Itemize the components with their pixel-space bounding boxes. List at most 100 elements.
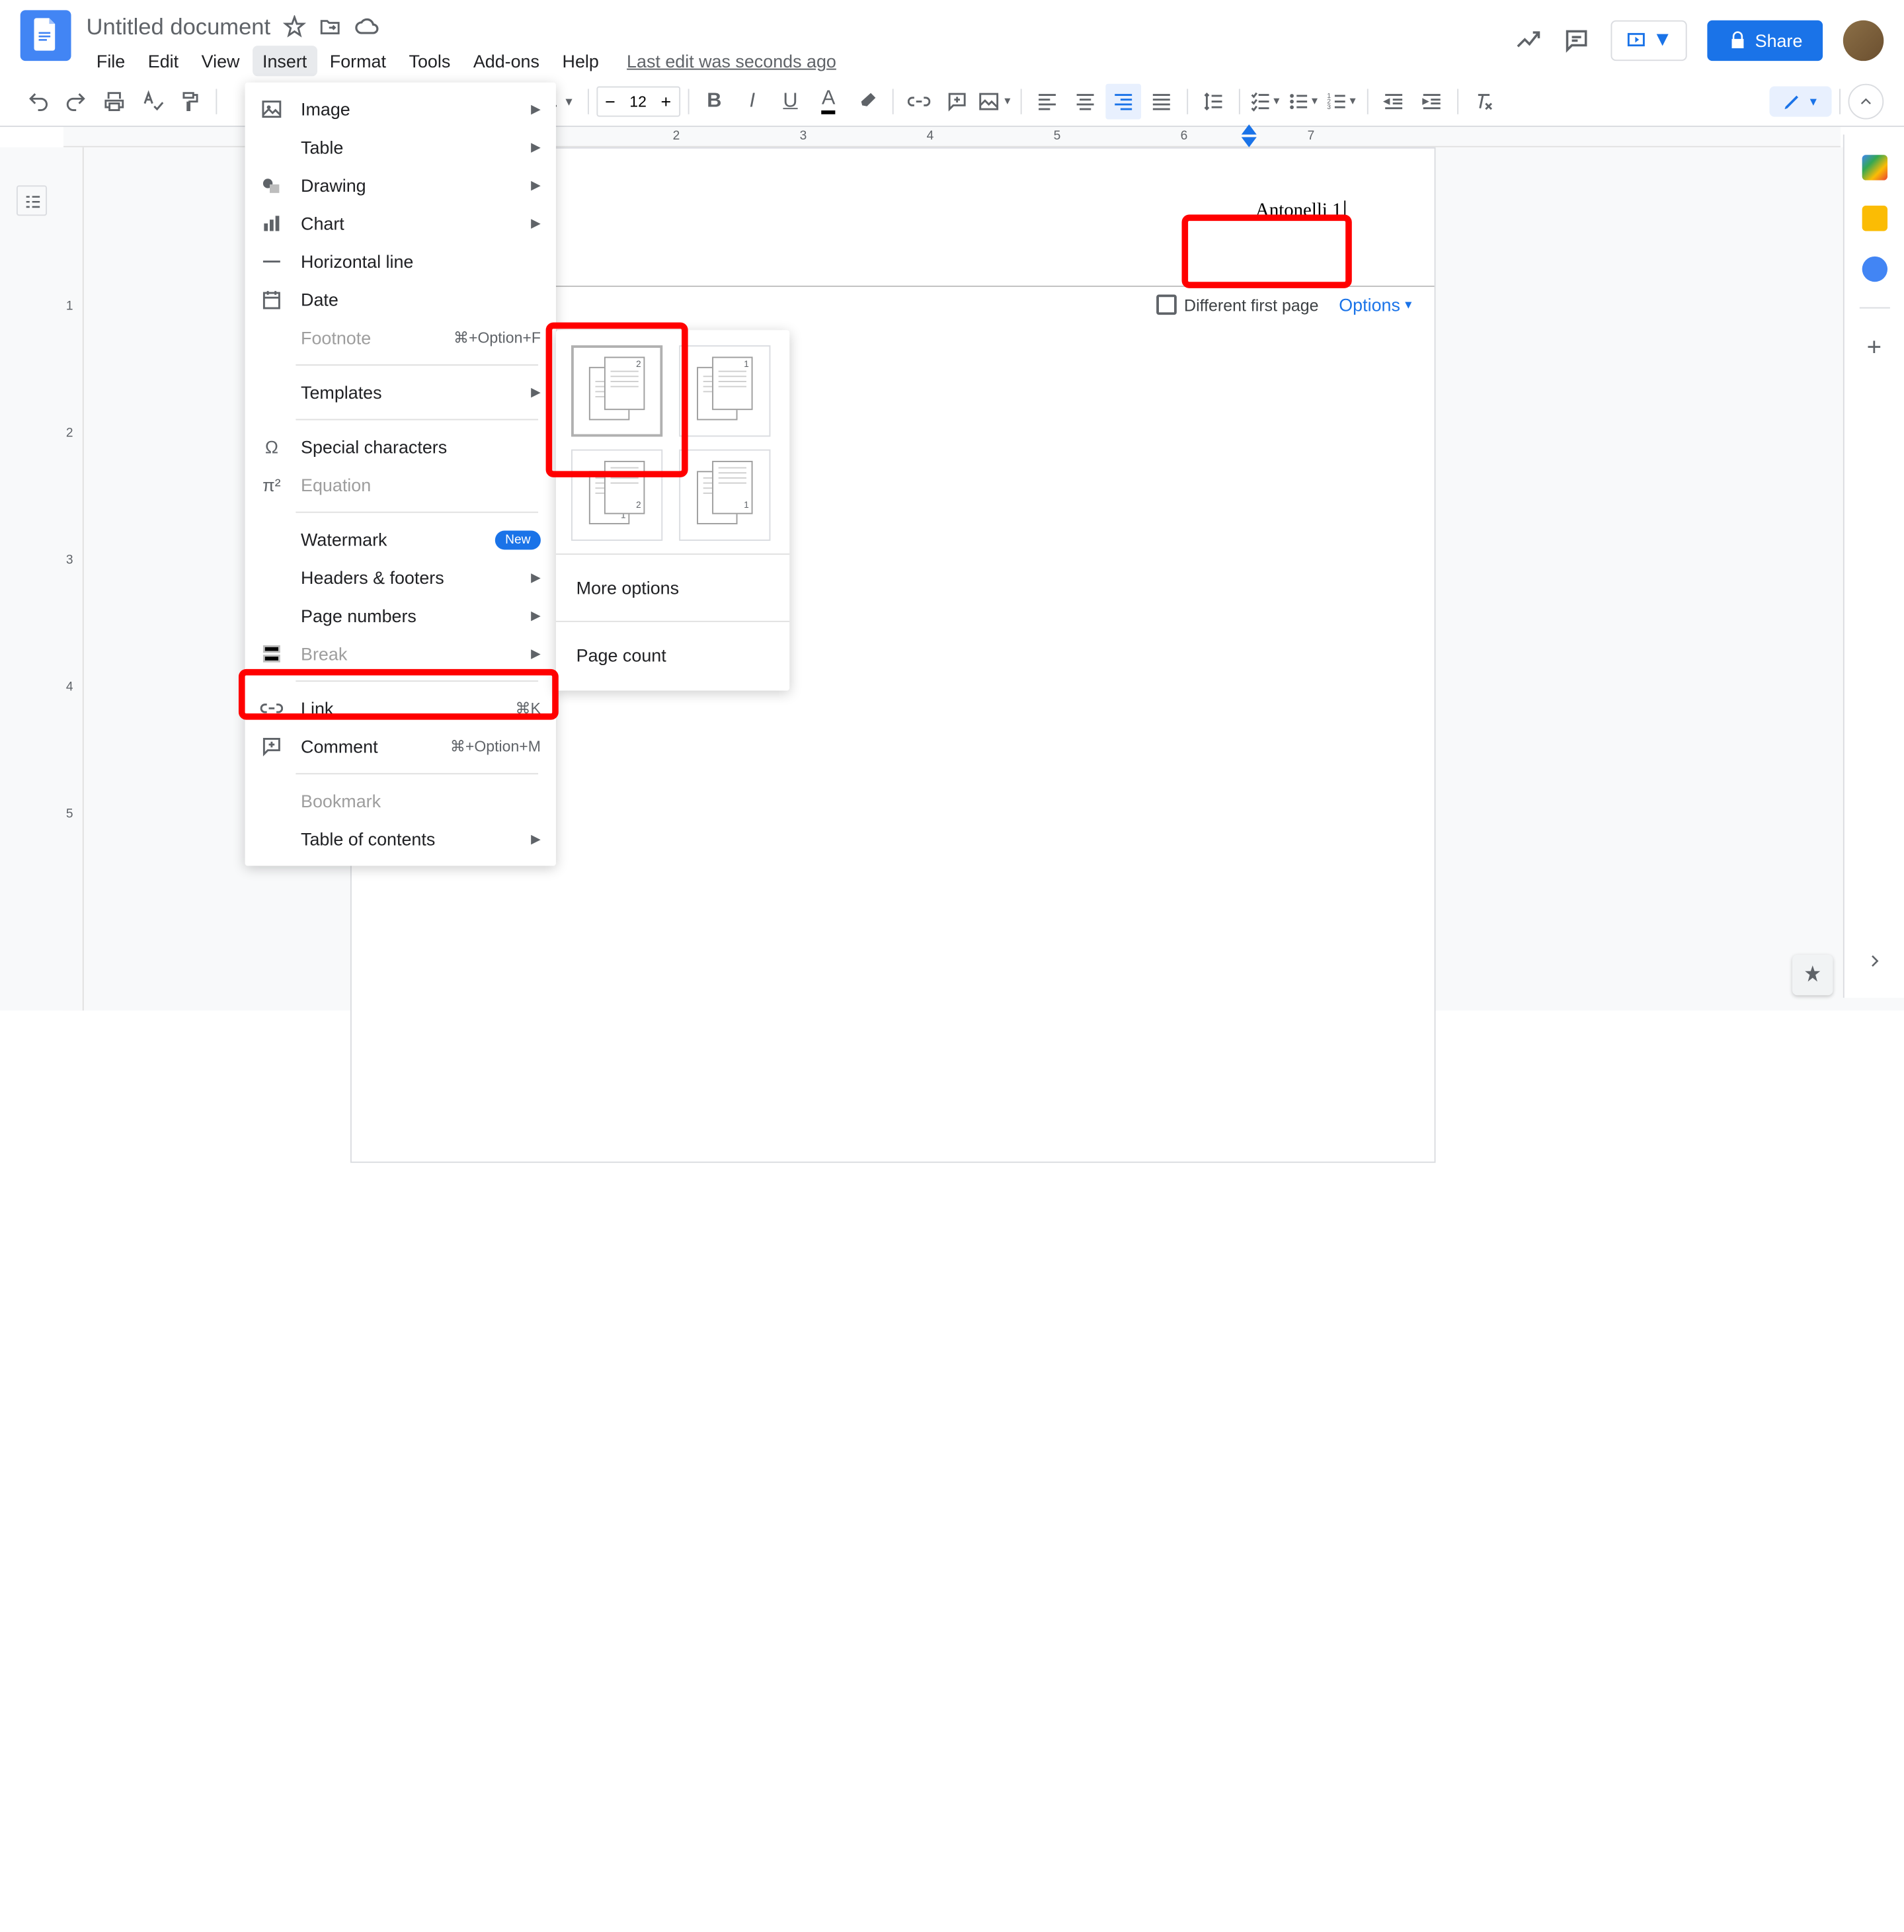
menu-help[interactable]: Help xyxy=(552,46,609,76)
print-button[interactable] xyxy=(97,83,132,119)
align-left-button[interactable] xyxy=(1029,83,1064,119)
pencil-icon xyxy=(1782,91,1803,111)
omega-icon: Ω xyxy=(260,436,284,459)
indent-increase-button[interactable] xyxy=(1413,83,1449,119)
page-number-top-right-skip-first[interactable]: 1 xyxy=(679,345,770,436)
present-button[interactable]: ▼ xyxy=(1610,20,1686,61)
numbered-list-button[interactable]: 123▼ xyxy=(1324,83,1359,119)
menu-divider xyxy=(296,512,538,513)
align-right-button[interactable] xyxy=(1105,83,1141,119)
page-number-top-right-all[interactable]: 1 2 xyxy=(571,345,662,436)
separator xyxy=(892,88,893,113)
page-number-bottom-right-skip-first[interactable]: 1 xyxy=(679,450,770,541)
star-icon[interactable] xyxy=(283,15,306,38)
insert-comment-button[interactable] xyxy=(939,83,974,119)
separator xyxy=(1859,307,1889,309)
undo-button[interactable] xyxy=(20,83,56,119)
menu-edit[interactable]: Edit xyxy=(138,46,188,76)
bold-button[interactable]: B xyxy=(696,83,732,119)
separator xyxy=(1457,88,1458,113)
menu-date[interactable]: Date xyxy=(245,280,556,319)
new-badge: New xyxy=(495,530,541,549)
drawing-icon xyxy=(260,174,284,197)
menu-table[interactable]: Table▶ xyxy=(245,128,556,167)
hide-side-panel-button[interactable] xyxy=(1864,951,1885,977)
checklist-button[interactable]: ▼ xyxy=(1248,83,1283,119)
caret-icon: ▼ xyxy=(1403,298,1414,311)
menu-break: Break▶ xyxy=(245,635,556,673)
break-icon xyxy=(260,643,284,666)
different-first-page-checkbox[interactable]: Different first page xyxy=(1156,294,1319,315)
editing-mode-button[interactable]: ▼ xyxy=(1770,86,1832,116)
menu-special-chars[interactable]: ΩSpecial characters xyxy=(245,428,556,466)
font-size-decrease[interactable]: − xyxy=(598,91,623,111)
redo-button[interactable] xyxy=(58,83,94,119)
menu-footnote: Footnote⌘+Option+F xyxy=(245,319,556,357)
spellcheck-button[interactable] xyxy=(135,83,171,119)
app-header: Untitled document File Edit View Insert … xyxy=(0,0,1904,76)
font-size-value[interactable]: 12 xyxy=(623,92,653,110)
menu-file[interactable]: File xyxy=(87,46,136,76)
keep-icon[interactable] xyxy=(1862,206,1887,231)
collapse-toolbar-button[interactable] xyxy=(1848,83,1884,119)
user-avatar[interactable] xyxy=(1843,20,1884,61)
title-area: Untitled document File Edit View Insert … xyxy=(87,10,1515,76)
menu-watermark[interactable]: WatermarkNew xyxy=(245,520,556,559)
share-button[interactable]: Share xyxy=(1707,20,1823,61)
bulleted-list-button[interactable]: ▼ xyxy=(1285,83,1321,119)
move-icon[interactable] xyxy=(319,15,342,38)
align-center-button[interactable] xyxy=(1067,83,1103,119)
menu-horizontal-line[interactable]: Horizontal line xyxy=(245,243,556,281)
font-size-increase[interactable]: + xyxy=(653,91,678,111)
clear-formatting-button[interactable] xyxy=(1466,83,1501,119)
last-edit-link[interactable]: Last edit was seconds ago xyxy=(627,46,836,76)
menu-headers-footers[interactable]: Headers & footers▶ xyxy=(245,559,556,597)
menu-tools[interactable]: Tools xyxy=(399,46,460,76)
highlight-button[interactable] xyxy=(849,83,885,119)
underline-button[interactable]: U xyxy=(773,83,809,119)
add-addon-button[interactable]: + xyxy=(1867,334,1882,363)
activity-icon[interactable] xyxy=(1514,26,1542,54)
menu-page-numbers[interactable]: Page numbers▶ xyxy=(245,596,556,635)
menu-bookmark: Bookmark xyxy=(245,782,556,821)
menu-templates[interactable]: Templates▶ xyxy=(245,373,556,411)
italic-button[interactable]: I xyxy=(734,83,770,119)
paint-format-button[interactable] xyxy=(173,83,208,119)
chevron-right-icon: ▶ xyxy=(531,571,541,584)
right-indent-marker[interactable] xyxy=(1242,124,1257,147)
menu-toc[interactable]: Table of contents▶ xyxy=(245,820,556,858)
cloud-icon[interactable] xyxy=(354,14,379,39)
menu-divider xyxy=(296,364,538,366)
menu-image[interactable]: Image▶ xyxy=(245,90,556,128)
insert-link-button[interactable] xyxy=(901,83,937,119)
menu-addons[interactable]: Add-ons xyxy=(463,46,549,76)
header-content[interactable]: Antonelli 1 xyxy=(1255,199,1345,222)
tasks-icon[interactable] xyxy=(1862,257,1887,282)
vertical-ruler[interactable]: 1 2 3 4 5 xyxy=(63,147,84,1011)
indent-decrease-button[interactable] xyxy=(1376,83,1411,119)
line-spacing-button[interactable] xyxy=(1195,83,1231,119)
menu-link[interactable]: Link⌘K xyxy=(245,690,556,728)
explore-button[interactable] xyxy=(1792,955,1833,995)
text-color-button[interactable]: A xyxy=(811,83,846,119)
separator xyxy=(1238,88,1240,113)
outline-toggle-button[interactable] xyxy=(17,185,47,216)
menu-chart[interactable]: Chart▶ xyxy=(245,204,556,243)
chevron-right-icon: ▶ xyxy=(531,647,541,661)
menu-format[interactable]: Format xyxy=(319,46,396,76)
insert-dropdown: Image▶ Table▶ Drawing▶ Chart▶ Horizontal… xyxy=(245,83,556,866)
comment-history-icon[interactable] xyxy=(1562,26,1590,54)
menu-view[interactable]: View xyxy=(191,46,249,76)
docs-logo[interactable] xyxy=(20,10,71,61)
header-options-link[interactable]: Options ▼ xyxy=(1339,294,1414,315)
page-number-bottom-right-all[interactable]: 1 2 xyxy=(571,450,662,541)
page-count-item[interactable]: Page count xyxy=(571,635,774,675)
more-options-item[interactable]: More options xyxy=(571,567,774,608)
insert-image-button[interactable]: ▼ xyxy=(977,83,1013,119)
align-justify-button[interactable] xyxy=(1143,83,1179,119)
menu-drawing[interactable]: Drawing▶ xyxy=(245,167,556,205)
menu-insert[interactable]: Insert xyxy=(253,46,317,76)
document-title[interactable]: Untitled document xyxy=(87,13,271,40)
calendar-icon[interactable] xyxy=(1862,155,1887,180)
menu-comment[interactable]: Comment⌘+Option+M xyxy=(245,727,556,766)
